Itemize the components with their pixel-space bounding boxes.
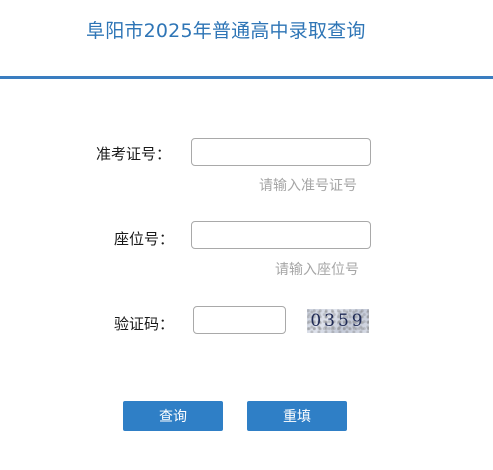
seat-number-hint: 请输入座位号 [275,262,359,278]
exam-number-hint: 请输入准号证号 [259,178,357,194]
seat-number-input[interactable] [191,221,371,249]
captcha-input[interactable] [193,306,286,334]
captcha-image[interactable]: 0359 [307,309,369,333]
query-button[interactable]: 查询 [123,401,223,431]
header-divider [0,76,493,79]
page-header: 阜阳市2025年普通高中录取查询 [0,0,493,80]
exam-number-label: 准考证号： [96,145,172,163]
captcha-label: 验证码： [114,315,175,333]
reset-button[interactable]: 重填 [247,401,347,431]
exam-number-input[interactable] [191,138,371,166]
page-title: 阜阳市2025年普通高中录取查询 [86,20,366,42]
seat-number-label: 座位号： [114,230,175,248]
